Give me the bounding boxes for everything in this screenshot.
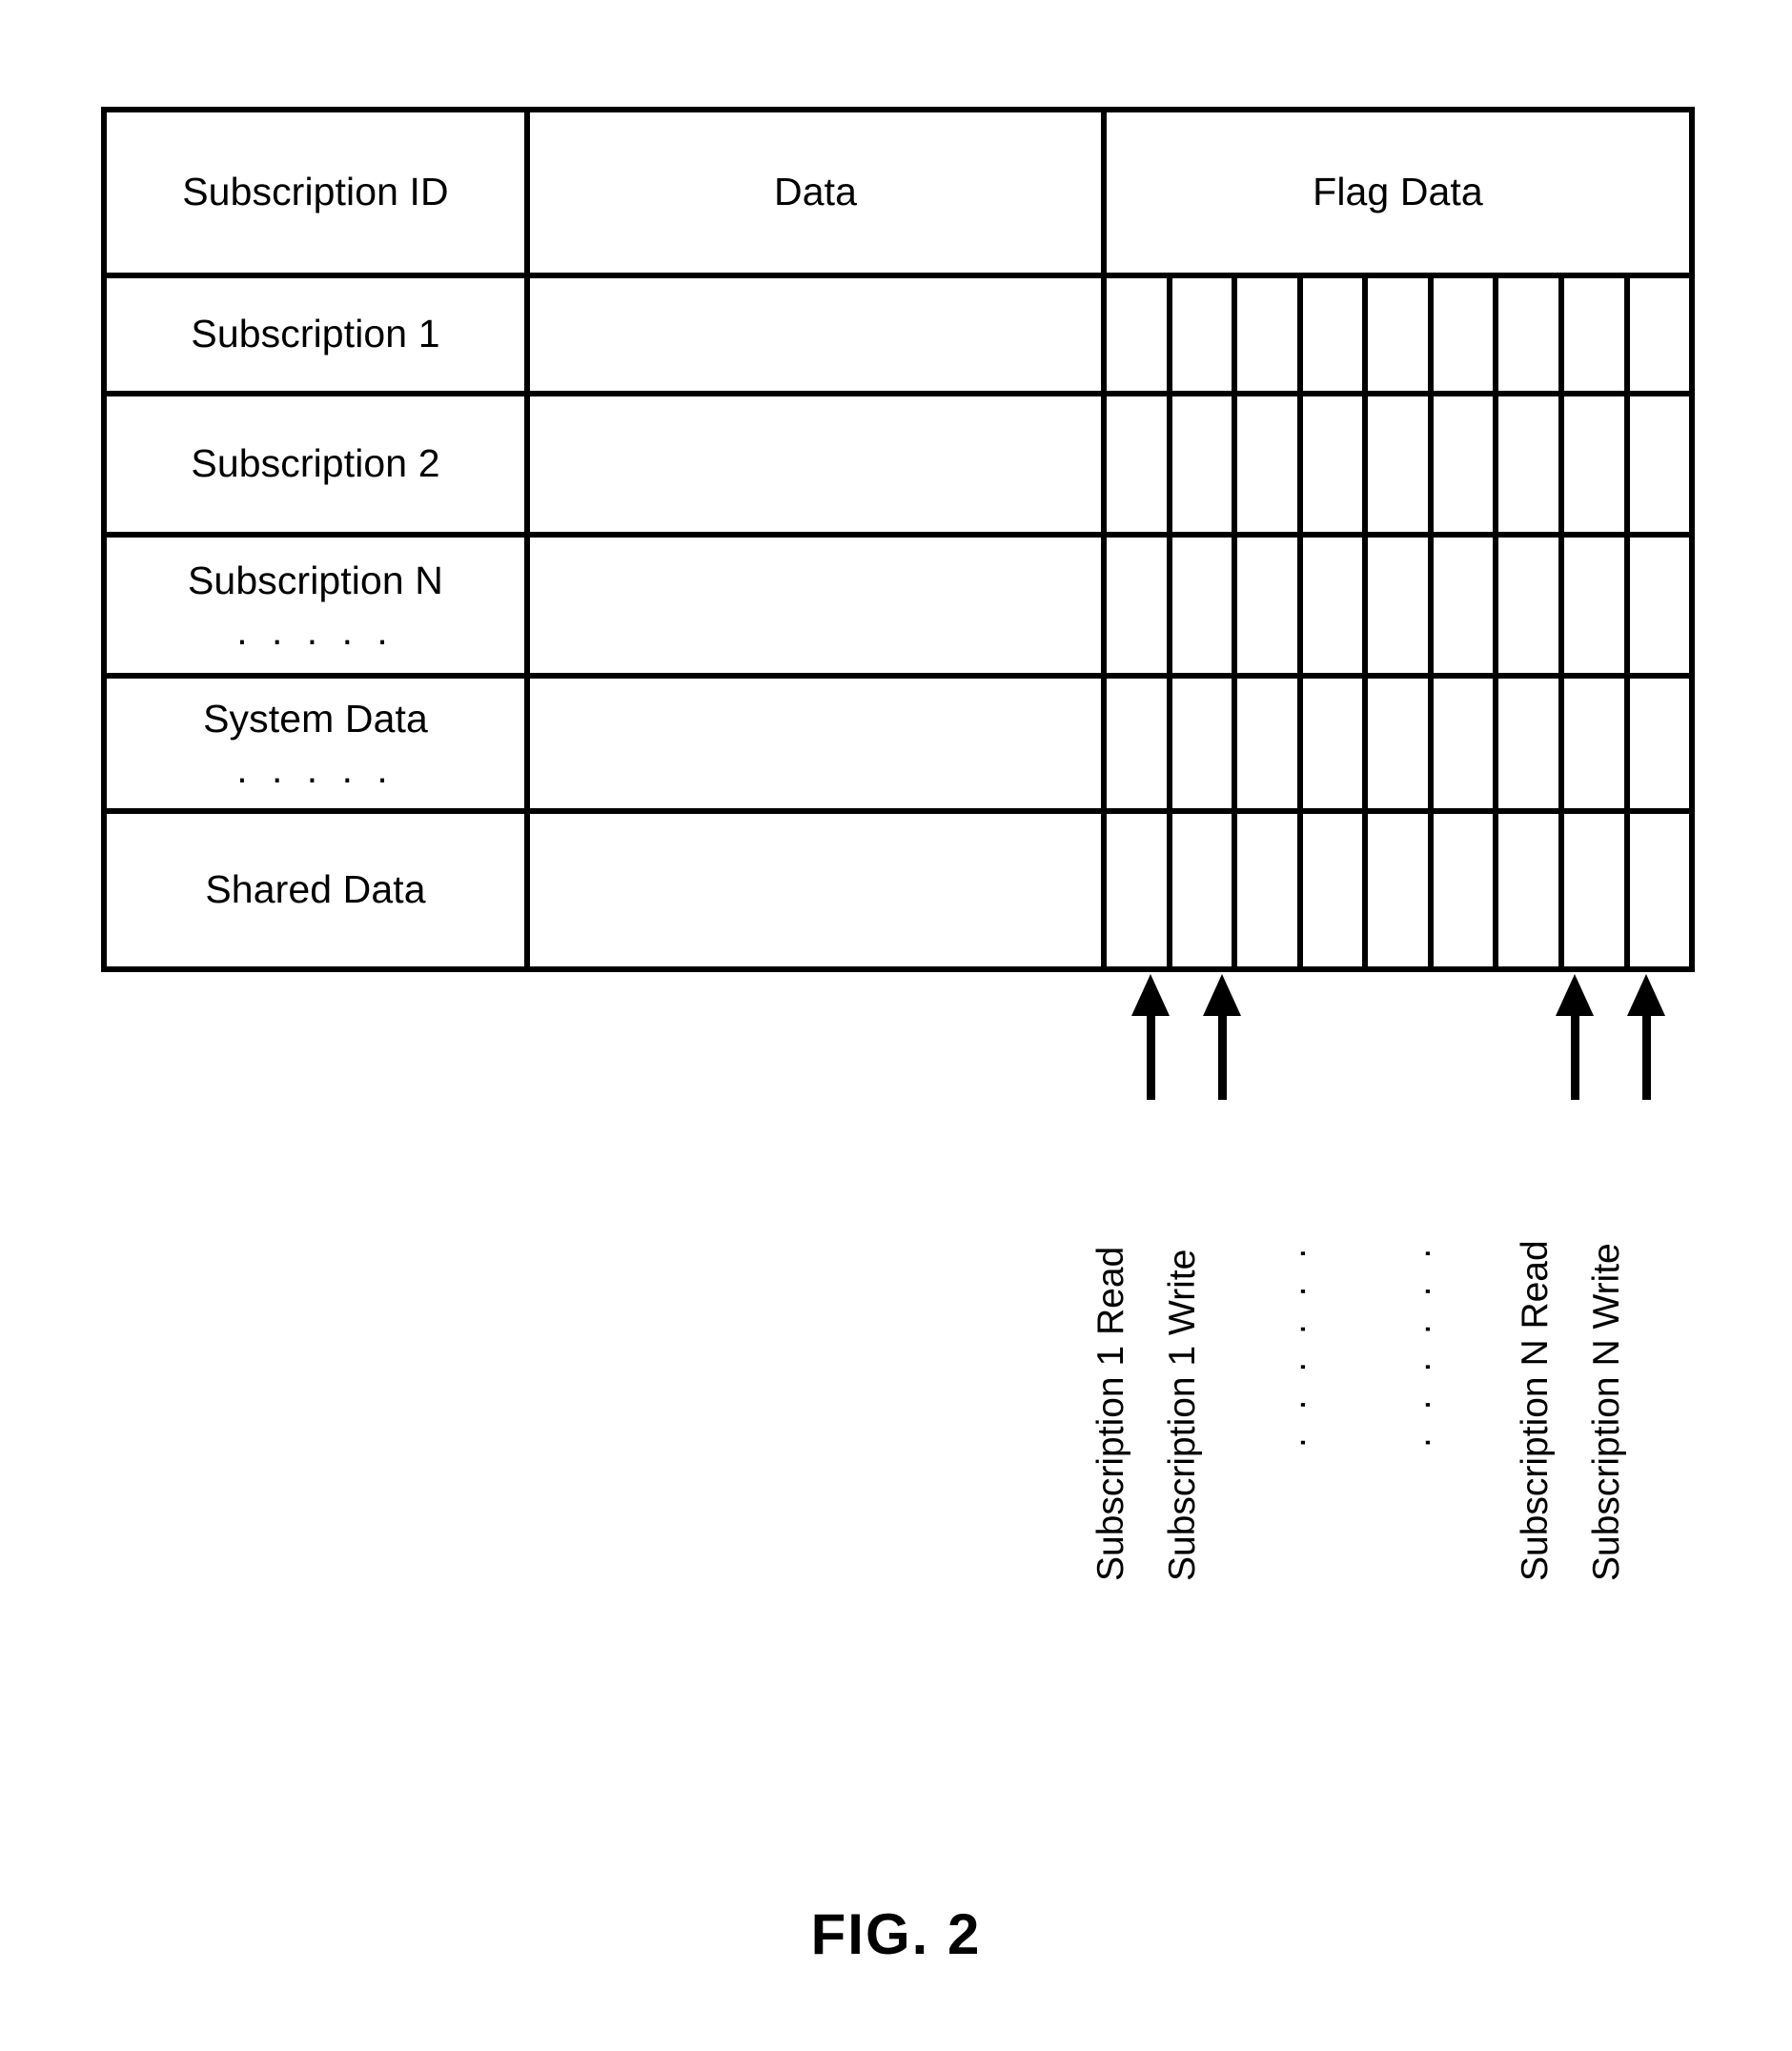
flag-cell [1630,396,1690,532]
arrow-shaft [1642,1010,1651,1100]
subscription-flag-table: Subscription ID Data Flag Data Subscript… [101,107,1695,972]
flag-cell [1434,278,1499,391]
figure-2-root: Subscription ID Data Flag Data Subscript… [0,0,1792,2051]
row-cell-subscription-id: System Data . . . . . [107,679,530,808]
flag-cell [1172,278,1238,391]
table-row: System Data . . . . . [107,679,1689,814]
flag-cell [1107,396,1172,532]
flag-cell [1434,679,1499,808]
row-label-shared-data: Shared Data [205,867,426,912]
flag-cell [1564,538,1630,673]
flag-cell [1303,679,1369,808]
flag-cell [1107,538,1172,673]
row-ellipsis-subscription-n: . . . . . [236,609,395,654]
callout-label-subscription-n-read: Subscription N Read [1515,1240,1556,1581]
callout-ellipsis-right: . . . . . . [1397,1239,1438,1448]
row-cell-data [530,538,1107,673]
flag-cell [1237,538,1303,673]
flag-cell [1498,278,1564,391]
flag-cell [1172,538,1238,673]
table-row: Shared Data [107,814,1689,966]
flag-cell [1237,278,1303,391]
flag-cell [1107,278,1172,391]
row-label-subscription-n: Subscription N [187,558,444,602]
flag-cell [1368,814,1434,966]
flag-cell [1630,814,1690,966]
flag-cell [1368,538,1434,673]
flag-cell [1368,396,1434,532]
row-flag-grid [1107,538,1689,673]
flag-cell [1107,679,1172,808]
flag-cell [1368,278,1434,391]
header-cell-subscription-id: Subscription ID [107,112,530,273]
row-flag-grid [1107,814,1689,966]
flag-cell [1564,396,1630,532]
callout-label-subscription-1-write: Subscription 1 Write [1162,1249,1203,1581]
flag-cell [1630,278,1690,391]
row-label-subscription-1: Subscription 1 [191,312,440,356]
flag-cell [1498,396,1564,532]
flag-cell [1434,396,1499,532]
arrow-shaft [1571,1010,1579,1100]
row-flag-grid [1107,679,1689,808]
flag-cell [1303,538,1369,673]
row-cell-data [530,278,1107,391]
header-label-data: Data [773,170,857,214]
flag-cell [1368,679,1434,808]
callout-arrow-subscription-1-read [1131,974,1170,1100]
row-ellipsis-system-data: . . . . . [236,747,395,792]
callout-label-subscription-n-write: Subscription N Write [1586,1243,1627,1581]
row-flag-grid [1107,396,1689,532]
flag-cell [1303,814,1369,966]
callout-label-subscription-1-read: Subscription 1 Read [1090,1246,1131,1581]
row-flag-grid [1107,278,1689,391]
table-row: Subscription 1 [107,278,1689,396]
row-cell-subscription-id: Shared Data [107,814,530,966]
flag-cell [1107,814,1172,966]
callout-arrow-subscription-n-read [1556,974,1594,1100]
row-cell-data [530,396,1107,532]
row-cell-subscription-id: Subscription N . . . . . [107,538,530,673]
flag-cell [1630,538,1690,673]
figure-caption: FIG. 2 [810,1902,982,1966]
flag-cell [1237,396,1303,532]
row-label-system-data: System Data [203,696,428,741]
flag-cell [1564,679,1630,808]
flag-cell [1237,679,1303,808]
flag-cell [1434,538,1499,673]
row-cell-data [530,679,1107,808]
flag-cell [1303,396,1369,532]
header-cell-flag-data: Flag Data [1107,112,1689,273]
flag-cell [1434,814,1499,966]
flag-cell [1564,278,1630,391]
table-header-row: Subscription ID Data Flag Data [107,112,1689,278]
flag-cell [1172,679,1238,808]
arrow-shaft [1147,1010,1155,1100]
flag-cell [1498,538,1564,673]
header-label-subscription-id: Subscription ID [182,170,449,214]
flag-cell [1498,814,1564,966]
flag-cell [1303,278,1369,391]
table-row: Subscription N . . . . . [107,538,1689,679]
header-cell-data: Data [530,112,1107,273]
flag-cell [1630,679,1690,808]
header-label-flag-data: Flag Data [1313,170,1483,214]
callout-arrow-subscription-1-write [1203,974,1241,1100]
flag-cell [1172,814,1238,966]
row-cell-data [530,814,1107,966]
arrow-shaft [1218,1010,1227,1100]
row-cell-subscription-id: Subscription 1 [107,278,530,391]
row-label-subscription-2: Subscription 2 [191,441,440,486]
flag-cell [1237,814,1303,966]
flag-cell [1564,814,1630,966]
flag-cell [1172,396,1238,532]
flag-cell [1498,679,1564,808]
callout-arrow-subscription-n-write [1627,974,1665,1100]
row-cell-subscription-id: Subscription 2 [107,396,530,532]
table-row: Subscription 2 [107,396,1689,538]
callout-ellipsis-left: . . . . . . [1273,1239,1313,1448]
